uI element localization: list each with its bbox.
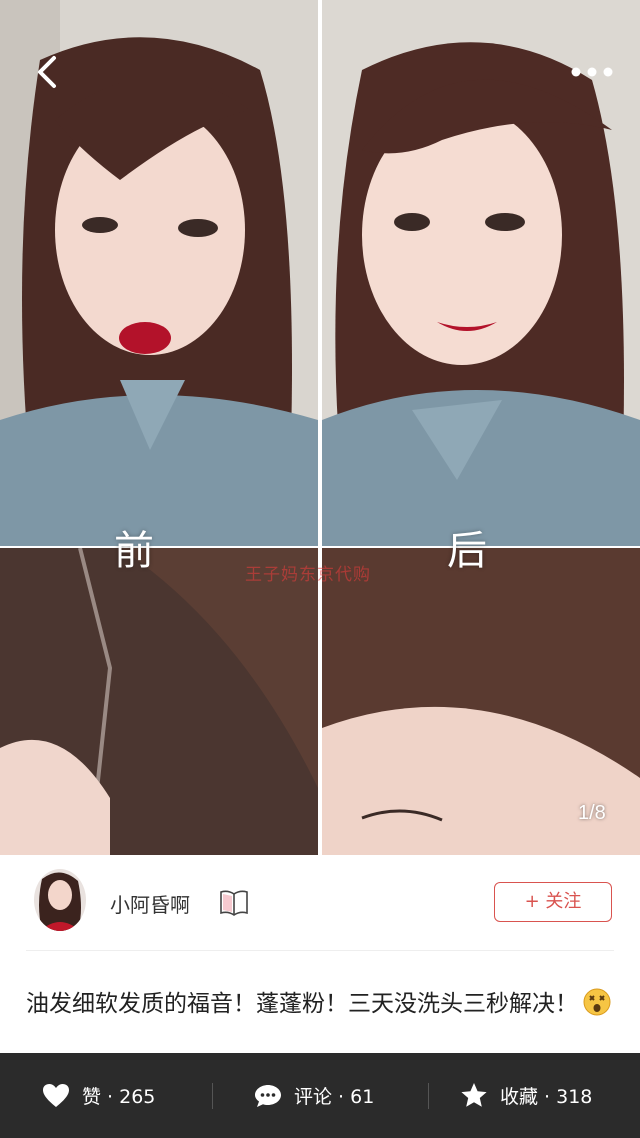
post-image-carousel[interactable]: 前 后 王子妈东京代购 1/8 [0,0,640,855]
speech-bubble-icon [255,1084,281,1107]
more-dots-icon [571,67,613,77]
author-name[interactable]: 小阿昏啊 [110,889,190,918]
star-icon [461,1083,487,1107]
before-label: 前 [114,528,154,574]
heart-icon [43,1083,69,1107]
more-options-button[interactable] [566,58,618,86]
separator [212,1083,213,1109]
photo-before-hair [0,548,318,855]
image-counter: 1/8 [578,802,606,824]
like-button[interactable]: 赞 · 265 [42,1053,155,1138]
chevron-left-icon [38,56,56,88]
comment-label: 评论 · 61 [294,1086,375,1108]
after-label: 后 [447,528,487,574]
dizzy-face-emoji [582,987,612,1017]
like-label: 赞 · 265 [82,1086,156,1108]
watermark-text: 王子妈东京代购 [245,565,371,585]
divider [26,950,614,951]
favorite-button[interactable]: 收藏 · 318 [460,1053,592,1138]
back-button[interactable] [28,52,68,92]
avatar[interactable] [34,869,86,931]
separator [428,1083,429,1109]
favorite-label: 收藏 · 318 [500,1086,593,1108]
follow-button[interactable]: + 关注 [494,882,612,922]
comment-button[interactable]: 评论 · 61 [254,1053,374,1138]
author-row: 小阿昏啊 + 关注 [0,855,640,950]
post-title-text: 油发细软发质的福音！蓬蓬粉！三天没洗头三秒解决！ [26,991,578,1017]
open-book-icon [218,887,250,917]
bottom-action-bar: 赞 · 265 评论 · 61 收藏 · 318 [0,1053,640,1138]
post-title: 油发细软发质的福音！蓬蓬粉！三天没洗头三秒解决！ [26,984,616,1024]
